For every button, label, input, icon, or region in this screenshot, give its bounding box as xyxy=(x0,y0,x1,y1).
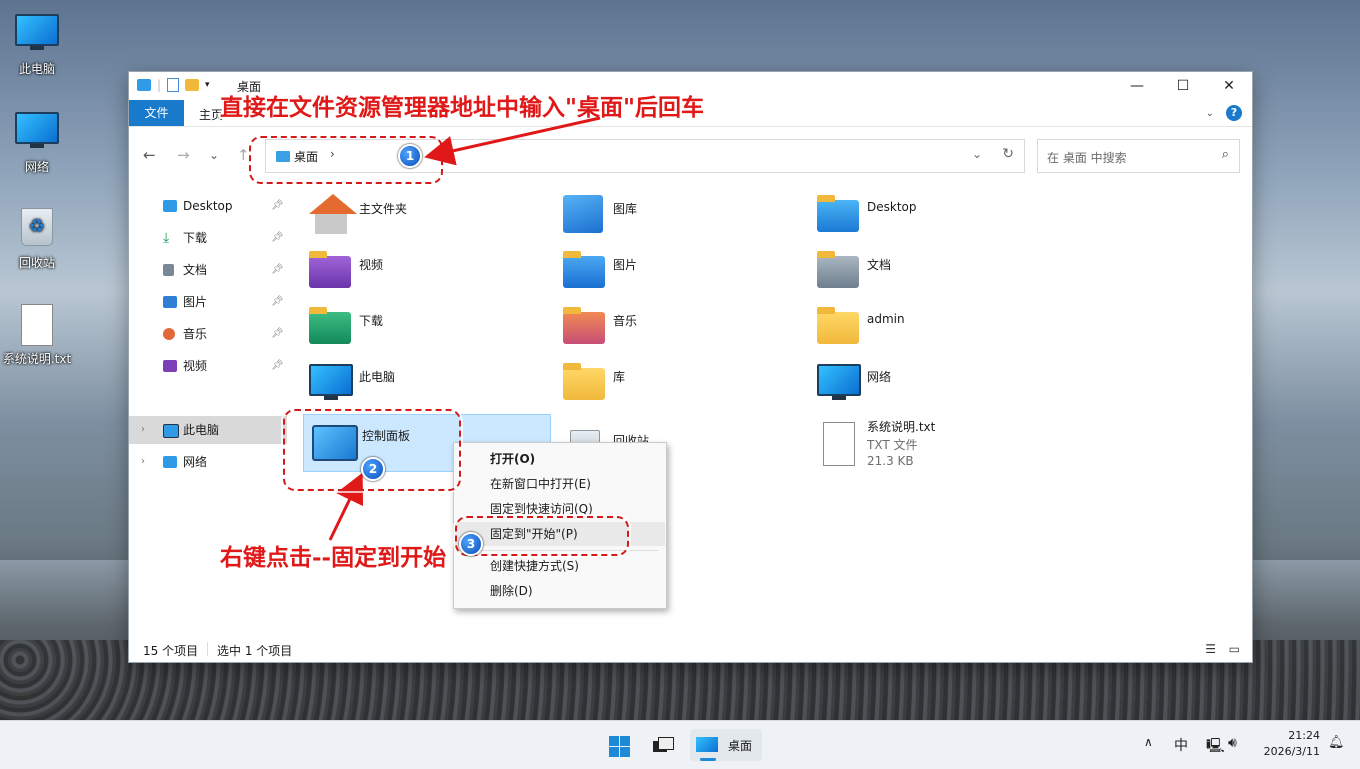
annotation-badge-2: 2 xyxy=(361,457,385,481)
windows-start-icon[interactable] xyxy=(606,729,636,761)
annotation-badge-3: 3 xyxy=(459,532,483,556)
desktop-folder-icon xyxy=(696,737,718,752)
network-status-icon[interactable]: 🖳︎ xyxy=(1206,735,1225,759)
tray-chevron-icon[interactable]: ∧ xyxy=(1144,735,1153,749)
ime-indicator[interactable]: 中 xyxy=(1174,735,1188,755)
taskbar-app-explorer[interactable]: 桌面 xyxy=(690,729,762,761)
clock[interactable]: 21:24 2026/3/11 xyxy=(1264,728,1320,760)
volume-icon[interactable]: 🔊︎ xyxy=(1228,735,1237,751)
active-indicator xyxy=(700,758,716,761)
notification-bell-icon[interactable]: 🔔︎ xyxy=(1328,735,1345,750)
annotation-arrows xyxy=(328,116,601,541)
task-view-icon[interactable] xyxy=(648,729,678,761)
clock-date: 2026/3/11 xyxy=(1263,745,1320,758)
annotation-bottom-text: 右键点击--固定到开始 xyxy=(220,544,447,571)
arrow-to-address xyxy=(424,116,601,166)
taskbar: 桌面 ∧ 中 🖳︎ 🔊︎ 21:24 2026/3/11 🔔︎ xyxy=(0,720,1360,769)
taskbar-app-label: 桌面 xyxy=(728,739,753,753)
clock-time: 21:24 xyxy=(1288,729,1320,742)
